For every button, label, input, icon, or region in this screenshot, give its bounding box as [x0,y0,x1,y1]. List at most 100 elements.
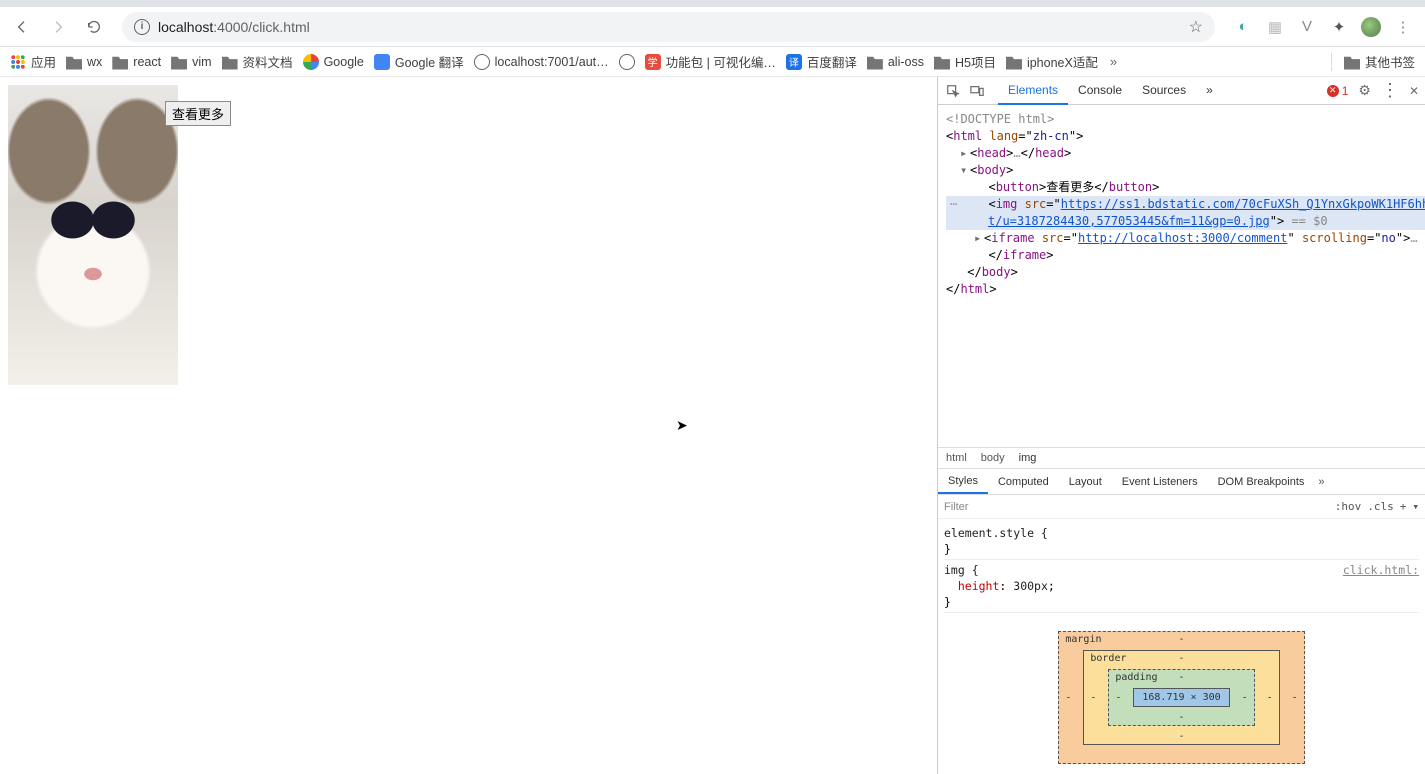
reload-button[interactable] [78,11,110,43]
see-more-button[interactable]: 查看更多 [165,101,231,126]
chrome-menu-icon[interactable]: ⋮ [1393,17,1413,37]
separator [1331,53,1332,71]
close-devtools-icon[interactable]: ✕ [1409,84,1419,98]
address-bar[interactable]: i localhost:4000/click.html ☆ [122,12,1215,42]
forward-button[interactable] [42,11,74,43]
folder-icon [171,54,187,70]
browser-toolbar: i localhost:4000/click.html ☆ ◐ ▦ V ✦ ⋮ [0,7,1425,47]
body-node[interactable]: ▾<body> [946,162,1425,179]
bm-border-label: border [1090,653,1126,664]
settings-icon[interactable]: ⚙ [1358,82,1371,99]
bookmark-gtranslate[interactable]: Google 翻译 [374,52,464,71]
head-node[interactable]: ▸<head>…</head> [946,145,1425,162]
cls-toggle[interactable]: .cls [1367,500,1394,513]
tab-styles[interactable]: Styles [938,470,988,494]
folder-icon [867,54,883,70]
styles-tabs: Styles Computed Layout Event Listeners D… [938,469,1425,495]
iframe-node[interactable]: ▸<iframe src="http://localhost:3000/comm… [946,230,1425,247]
hov-toggle[interactable]: :hov [1335,500,1362,513]
tab-sources[interactable]: Sources [1132,77,1196,105]
bookmark-folder[interactable]: ali-oss [867,54,924,70]
tabs-more[interactable]: » [1196,77,1223,105]
cat-image[interactable] [8,85,178,385]
globe-icon [474,54,490,70]
inspect-element-icon[interactable] [944,82,962,100]
rule-source-link[interactable]: click.html: [1343,562,1419,578]
bookmark-folder[interactable]: wx [66,54,102,70]
bookmark-folder[interactable]: react [112,54,161,70]
google-icon [303,54,319,70]
folder-icon [222,54,238,70]
button-node[interactable]: <button>查看更多</button> [946,179,1425,196]
bookmark-apps[interactable]: 应用 [10,52,56,71]
bookmark-link[interactable]: 译百度翻译 [786,52,857,71]
folder-icon [934,54,950,70]
site-info-icon[interactable]: i [134,19,150,35]
devtools-menu-icon[interactable]: ⋮ [1381,80,1399,101]
elements-tree[interactable]: <!DOCTYPE html> <html lang="zh-cn"> ▸<he… [938,105,1425,304]
extension-icon[interactable]: V [1297,17,1317,37]
styles-filter-bar: Filter :hov .cls + ▾ [938,495,1425,519]
error-icon: ✕ [1327,85,1339,97]
bookmark-link[interactable]: 学功能包 | 可视化编… [645,52,776,71]
bookmarks-overflow[interactable]: » [1110,54,1117,69]
bookmark-star-icon[interactable]: ☆ [1189,17,1203,37]
styles-tabs-more[interactable]: » [1318,476,1324,488]
apps-icon [10,54,26,70]
new-rule-button[interactable]: + [1400,500,1407,513]
devtools-toolbar: Elements Console Sources » ✕1 ⚙ ⋮ ✕ [938,77,1425,105]
back-button[interactable] [6,11,38,43]
app-icon: 译 [786,54,802,70]
styles-more-icon[interactable]: ▾ [1412,500,1419,513]
rule-img[interactable]: click.html: img { height: 300px;} [944,560,1419,613]
bookmark-folder[interactable]: iphoneX适配 [1006,52,1098,71]
bookmarks-bar: 应用 wx react vim 资料文档 Google Google 翻译 lo… [0,47,1425,77]
img-node[interactable]: ⋯ <img src="https://ss1.bdstatic.com/70c… [946,196,1425,213]
bm-margin-label: margin [1065,634,1101,645]
tab-console[interactable]: Console [1068,77,1132,105]
style-rules[interactable]: element.style {} click.html: img { heigh… [938,519,1425,617]
bookmark-folder[interactable]: 资料文档 [222,52,293,71]
tab-dom-breakpoints[interactable]: DOM Breakpoints [1208,471,1315,493]
folder-icon [1344,54,1360,70]
devtools-panel: Elements Console Sources » ✕1 ⚙ ⋮ ✕ <!DO… [937,77,1425,774]
bookmark-other[interactable]: 其他书签 [1344,52,1415,71]
box-model[interactable]: margin - - - border - - - padding - - - [938,617,1425,774]
tab-computed[interactable]: Computed [988,471,1059,493]
arrow-right-icon [50,19,66,35]
bookmark-folder[interactable]: H5项目 [934,52,996,71]
translate-icon [374,54,390,70]
doctype-node[interactable]: <!DOCTYPE html> [946,112,1054,126]
device-toolbar-icon[interactable] [968,82,986,100]
bm-padding-label: padding [1115,672,1157,683]
folder-icon [1006,54,1022,70]
breadcrumb[interactable]: html body img [938,447,1425,469]
folder-icon [66,54,82,70]
mouse-cursor-icon: ➤ [676,417,688,434]
extension-icon[interactable]: ◐ [1233,17,1253,37]
globe-icon [619,54,635,70]
page-viewport: 查看更多 ➤ [0,77,937,774]
extension-icon[interactable]: ▦ [1265,17,1285,37]
folder-icon [112,54,128,70]
extensions-menu-icon[interactable]: ✦ [1329,17,1349,37]
bm-content: 168.719 × 300 [1133,688,1229,707]
tab-strip [0,0,1425,7]
profile-avatar[interactable] [1361,17,1381,37]
bookmark-link[interactable] [619,54,635,70]
filter-input[interactable]: Filter [944,501,968,513]
tab-event-listeners[interactable]: Event Listeners [1112,471,1208,493]
url-text: localhost:4000/click.html [158,19,310,35]
bookmark-google[interactable]: Google [303,54,364,70]
rule-element-style[interactable]: element.style {} [944,523,1419,560]
crumb-img[interactable]: img [1019,452,1037,464]
bookmark-link[interactable]: localhost:7001/aut… [474,54,609,70]
tab-layout[interactable]: Layout [1059,471,1112,493]
error-indicator[interactable]: ✕1 [1327,84,1349,98]
tab-elements[interactable]: Elements [998,77,1068,105]
app-icon: 学 [645,54,661,70]
crumb-html[interactable]: html [946,452,967,464]
arrow-left-icon [14,19,30,35]
crumb-body[interactable]: body [981,452,1005,464]
bookmark-folder[interactable]: vim [171,54,211,70]
